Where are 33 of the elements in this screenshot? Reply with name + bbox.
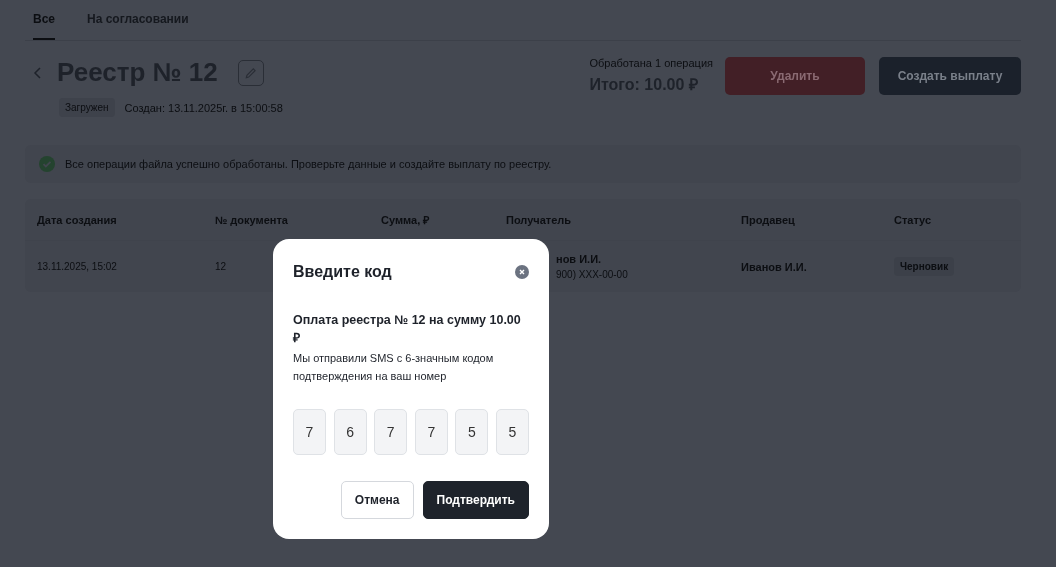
recipient-phone: 900) XXX-00-00 (556, 269, 629, 280)
check-circle-icon (39, 156, 55, 172)
sms-notice: Мы отправили SMS с 6-значным кодом подтверждения на ваш номер (293, 351, 495, 384)
code-digit-field[interactable]: 7 (293, 409, 326, 455)
payment-heading: Оплата реестра № 12 на сумму 10.00 ₽ (293, 312, 522, 347)
pencil-icon (243, 65, 258, 80)
alert-text: Все операции файла успешно обработаны. Проверьте данные и создайте выплату по реестру. (65, 158, 552, 170)
processed-count: Обработана 1 операция (589, 57, 713, 69)
column-header: Статус (894, 212, 933, 228)
column-header: Дата создания (37, 212, 118, 228)
code-digit-field[interactable]: 6 (333, 409, 367, 455)
column-header: Сумма, ₽ (381, 213, 431, 228)
status-badge: Загружен (59, 98, 115, 117)
code-digit-field[interactable]: 7 (374, 409, 408, 455)
cancel-button[interactable]: Отмена (340, 481, 414, 519)
dialog-title: Введите код (293, 263, 392, 281)
back-icon[interactable] (33, 65, 43, 80)
code-digit-field[interactable]: 5 (455, 409, 489, 455)
recipient-name: нов И.И. (556, 253, 603, 265)
table-cell-text: 12 (215, 261, 228, 272)
edit-button[interactable] (237, 59, 264, 86)
confirm-button[interactable]: Подтвердить (422, 481, 529, 519)
create-payout-button[interactable]: Создать выплату (879, 57, 1021, 95)
code-digit-field[interactable]: 5 (495, 409, 529, 455)
code-digit-field[interactable]: 7 (414, 409, 448, 455)
column-header: № документа (215, 212, 289, 228)
column-header: Продавец (741, 212, 796, 228)
column-header: Получатель (506, 212, 573, 228)
table-cell-text: 13.11.2025, 15:02 (37, 261, 118, 272)
status-badge: Черновик (894, 257, 955, 276)
created-date: Создан: 13.11.2025г. в 15:00:58 (124, 101, 283, 114)
close-icon[interactable] (515, 265, 529, 279)
seller-name: Иванов И.И. (741, 260, 808, 273)
